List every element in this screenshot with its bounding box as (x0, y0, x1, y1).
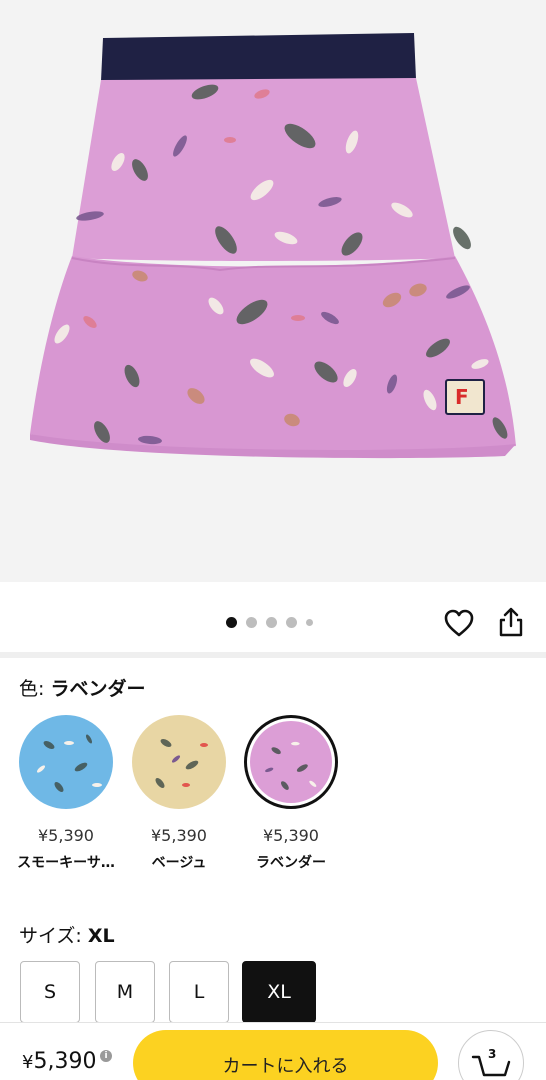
color-swatch-smoky-sax[interactable] (19, 715, 113, 809)
pagination-dot-4[interactable] (286, 617, 297, 628)
swatch-price: ¥5,390 (263, 826, 319, 845)
size-label: サイズ: (19, 925, 88, 947)
swatch-fill (19, 715, 113, 809)
size-option-s[interactable]: S (20, 961, 80, 1023)
size-option-m[interactable]: M (95, 961, 155, 1023)
skirt-illustration: F (30, 33, 516, 459)
swatch-price: ¥5,390 (151, 826, 207, 845)
section-divider (0, 652, 546, 658)
size-option-xl[interactable]: XL (242, 961, 316, 1023)
product-image[interactable]: F (0, 0, 546, 582)
selected-color: ラベンダー (50, 678, 146, 700)
pagination-dots[interactable] (226, 617, 313, 628)
bottom-price: ¥5,390 (22, 1049, 96, 1074)
pagination-dot-5[interactable] (306, 619, 313, 626)
swatch-image (132, 715, 226, 809)
size-section-title: サイズ: XL (19, 921, 115, 948)
swatch-image (19, 715, 113, 809)
swatch-fill (250, 721, 332, 803)
cart-count-badge: 3 (488, 1047, 497, 1061)
swatch-name: ベージュ (151, 855, 207, 871)
color-section-title: 色: ラベンダー (19, 674, 145, 701)
size-option-l[interactable]: L (169, 961, 229, 1023)
info-icon[interactable]: i (100, 1050, 112, 1062)
share-icon (499, 607, 523, 637)
price-value: 5,390 (33, 1049, 97, 1074)
swatch-name: スモーキーサ… (17, 855, 115, 871)
swatch-price: ¥5,390 (38, 826, 94, 845)
selected-size: XL (87, 925, 115, 947)
pagination-dot-3[interactable] (266, 617, 277, 628)
swatch-inner (250, 721, 332, 803)
heart-icon (444, 609, 474, 637)
swatch-image (250, 721, 332, 803)
favorite-button[interactable] (443, 608, 475, 638)
pagination-dot-1[interactable] (226, 617, 237, 628)
price-currency: ¥ (22, 1052, 34, 1073)
color-swatch-lavender[interactable] (244, 715, 338, 809)
color-label: 色: (19, 678, 51, 700)
add-to-cart-button[interactable]: カートに入れる (133, 1030, 438, 1080)
swatch-name: ラベンダー (256, 855, 326, 871)
brand-logo-text: F (455, 385, 469, 409)
color-swatch-beige[interactable] (132, 715, 226, 809)
pagination-dot-2[interactable] (246, 617, 257, 628)
swatch-fill (132, 715, 226, 809)
share-button[interactable] (496, 606, 526, 638)
